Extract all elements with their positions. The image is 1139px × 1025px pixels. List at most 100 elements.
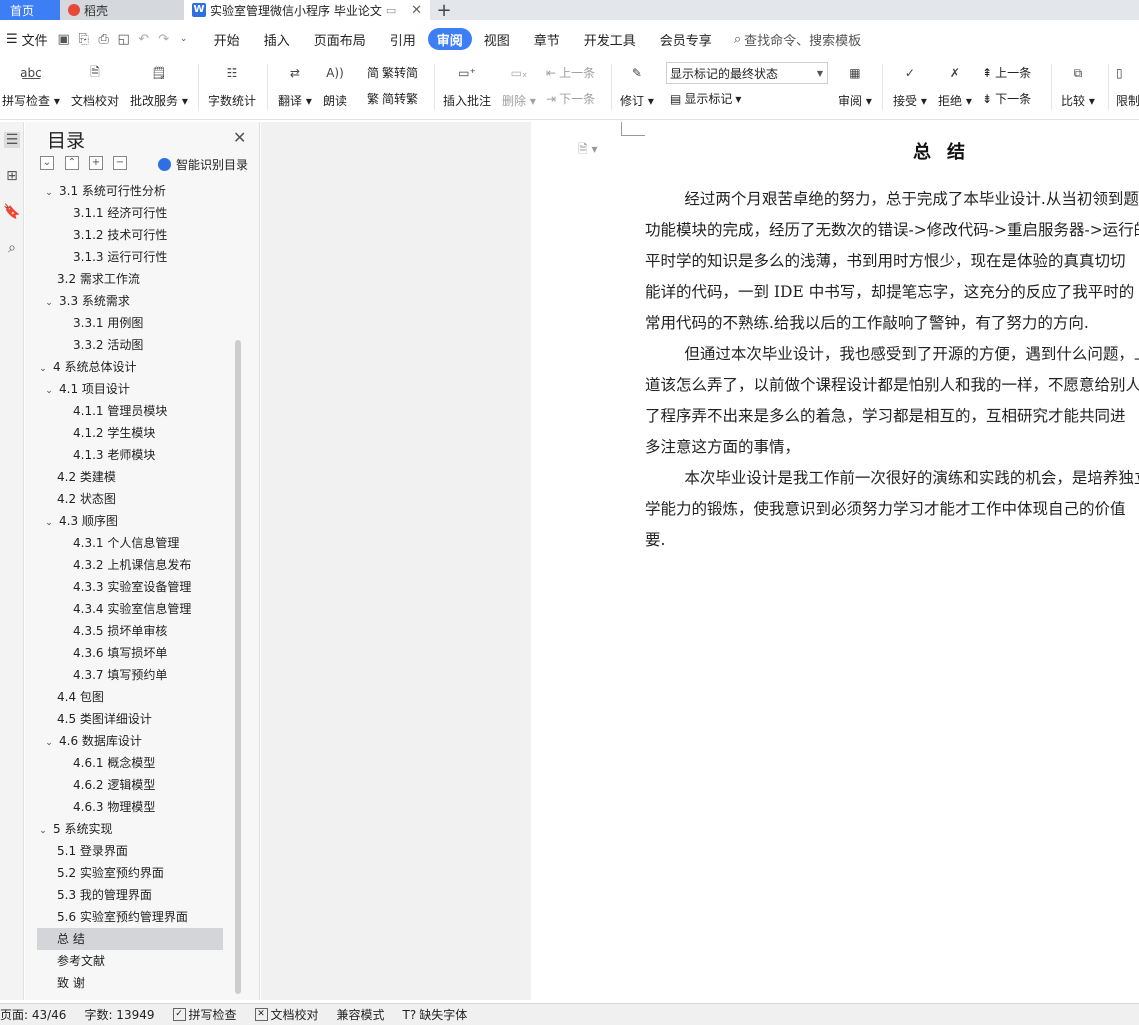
customize-icon[interactable]: ⌄ [174,34,194,44]
show-markup-button[interactable]: ▤ 显示标记 ▾ [670,90,741,107]
export-icon[interactable]: ⎘ [74,32,94,47]
toc-item[interactable]: 4.3.3 实验室设备管理 [37,576,223,598]
toc-item[interactable]: 4.5 类图详细设计 [37,708,223,730]
chevron-down-icon[interactable]: ⌄ [43,732,55,754]
toc-item[interactable]: 4.2 状态图 [37,488,223,510]
toc-item[interactable]: 3.2 需求工作流 [37,268,223,290]
toc-item[interactable]: ⌄ 4.6 数据库设计 [37,730,223,752]
search-icon[interactable]: ⌕ [4,240,20,256]
expand-all-icon[interactable]: ⌄ [40,156,54,170]
toc-item[interactable]: 5.3 我的管理界面 [37,884,223,906]
menu-tab-7[interactable]: 开发工具 [572,28,648,50]
missing-font[interactable]: T? 缺失字体 [403,1006,468,1023]
doc-proof-button[interactable]: 🗎 文档校对 [71,60,119,109]
toc-item[interactable]: 4.6.3 物理模型 [37,796,223,818]
menu-tab-5[interactable]: 视图 [472,28,522,50]
toc-item[interactable]: 5.2 实验室预约界面 [37,862,223,884]
next-comment-button[interactable]: ⇥ 下一条 [546,90,595,107]
restrict-button[interactable]: ▯ 限制 [1116,60,1139,109]
toc-item[interactable]: 5.6 实验室预约管理界面 [37,906,223,928]
spellcheck-button[interactable]: a͟b͟c 拼写检查 ▾ [2,60,60,109]
smart-detect-toc-button[interactable]: 智能识别目录 [158,156,248,173]
menu-tab-1[interactable]: 插入 [252,28,302,50]
translate-button[interactable]: ⇄ 翻译 ▾ [278,60,312,109]
toc-item[interactable]: 4.3.4 实验室信息管理 [37,598,223,620]
command-search[interactable]: ⌕ 查找命令、搜索模板 [734,30,861,49]
toc-item[interactable]: ⌄ 3.1 系统可行性分析 [37,180,223,202]
toc-item[interactable]: ⌄ 4 系统总体设计 [37,356,223,378]
toc-item[interactable]: 3.3.1 用例图 [37,312,223,334]
menu-tab-2[interactable]: 页面布局 [302,28,378,50]
toc-item[interactable]: 4.1.3 老师模块 [37,444,223,466]
toc-item[interactable]: 3.1.1 经济可行性 [37,202,223,224]
page-indicator[interactable]: 页面: 43/46 [0,1006,66,1023]
bookmark-icon[interactable]: 🔖 [3,204,20,220]
tab-daoke[interactable]: 稻壳 [60,0,184,20]
chevron-down-icon[interactable]: ⌄ [43,512,55,534]
compare-button[interactable]: ⧉ 比较 ▾ [1061,60,1095,109]
review-pane-button[interactable]: ▦ 审阅 ▾ [838,60,872,109]
toc-item[interactable]: 4.3.2 上机课信息发布 [37,554,223,576]
toc-item[interactable]: ⌄ 4.3 顺序图 [37,510,223,532]
accept-button[interactable]: ✓ 接受 ▾ [893,60,927,109]
chevron-down-icon[interactable]: ⌄ [43,292,55,314]
toc-item[interactable]: 4.1.1 管理员模块 [37,400,223,422]
toc-item[interactable]: 4.4 包图 [37,686,223,708]
toc-scrollbar[interactable] [235,340,241,994]
toc-item[interactable]: 4.3.1 个人信息管理 [37,532,223,554]
prev-comment-button[interactable]: ⇤ 上一条 [546,64,595,81]
markup-mode-select[interactable]: 显示标记的最终状态 ▼ [666,62,828,84]
simp-to-trad-button[interactable]: 繁简转繁 [367,90,418,107]
tab-window-icon[interactable]: ▭ [386,4,396,17]
next-change-button[interactable]: ⇟ 下一条 [982,90,1031,107]
tab-document[interactable]: W 实验室管理微信小程序 毕业论文 ▭ ✕ [184,0,430,20]
toc-item[interactable]: ⌄ 4.1 项目设计 [37,378,223,400]
toc-item[interactable]: 4.3.5 损坏单审核 [37,620,223,642]
delete-comment-button[interactable]: ▭ₓ 删除 ▾ [502,60,536,109]
remove-heading-icon[interactable]: − [113,156,127,170]
undo-icon[interactable]: ↶ [134,32,154,47]
prev-change-button[interactable]: ⇞ 上一条 [982,64,1031,81]
toc-item[interactable]: 3.1.2 技术可行性 [37,224,223,246]
reject-button[interactable]: ✗ 拒绝 ▾ [938,60,972,109]
trad-to-simp-button[interactable]: 简繁转简 [367,64,418,81]
toc-item[interactable]: 3.3.2 活动图 [37,334,223,356]
chevron-down-icon[interactable]: ⌄ [37,358,49,380]
menu-tab-4[interactable]: 审阅 [427,28,472,50]
print-icon[interactable]: ⎙ [94,32,114,47]
file-menu[interactable]: ☰ 文件 [0,28,54,50]
toc-item[interactable]: 4.3.7 填写预约单 [37,664,223,686]
word-count-button[interactable]: ☷ 字数统计 [208,60,256,109]
menu-tab-3[interactable]: 引用 [378,28,428,50]
toc-item[interactable]: 5.1 登录界面 [37,840,223,862]
toc-item[interactable]: 4.6.2 逻辑模型 [37,774,223,796]
toc-item[interactable]: 总 结 [37,928,223,950]
word-count-indicator[interactable]: 字数: 13949 [84,1006,154,1023]
toc-pane-icon[interactable]: ☰ [4,132,20,148]
menu-tab-6[interactable]: 章节 [522,28,572,50]
status-doc-proof[interactable]: ✕ 文档校对 [254,1006,319,1023]
status-spellcheck[interactable]: ✓ 拼写检查 [172,1006,237,1023]
menu-tab-8[interactable]: 会员专享 [648,28,724,50]
tab-close-icon[interactable]: ✕ [411,3,422,18]
toc-item[interactable]: ⌄ 3.3 系统需求 [37,290,223,312]
review-service-button[interactable]: 🗒 批改服务 ▾ [130,60,188,109]
insert-comment-button[interactable]: ▭⁺ 插入批注 [443,60,491,109]
toc-item[interactable]: 4.6.1 概念模型 [37,752,223,774]
print-preview-icon[interactable]: ◱ [114,32,134,47]
tab-home[interactable]: 首页 [0,0,60,20]
toc-item[interactable]: ⌄ 5 系统实现 [37,818,223,840]
read-aloud-button[interactable]: A)) 朗读 [323,60,347,109]
toc-item[interactable]: 参考文献 [37,950,223,972]
chevron-down-icon[interactable]: ⌄ [43,182,55,204]
new-tab-button[interactable]: + [430,0,458,20]
toc-item[interactable]: 致 谢 [37,972,223,994]
chevron-down-icon[interactable]: ⌄ [37,820,49,842]
menu-tab-0[interactable]: 开始 [202,28,252,50]
save-icon[interactable]: ▣ [54,32,74,47]
revise-button[interactable]: ✎ 修订 ▾ [620,60,654,109]
close-icon[interactable]: ✕ [233,128,246,147]
toc-item[interactable]: 4.1.2 学生模块 [37,422,223,444]
redo-icon[interactable]: ↷ [154,32,174,47]
toc-item[interactable]: 4.2 类建模 [37,466,223,488]
